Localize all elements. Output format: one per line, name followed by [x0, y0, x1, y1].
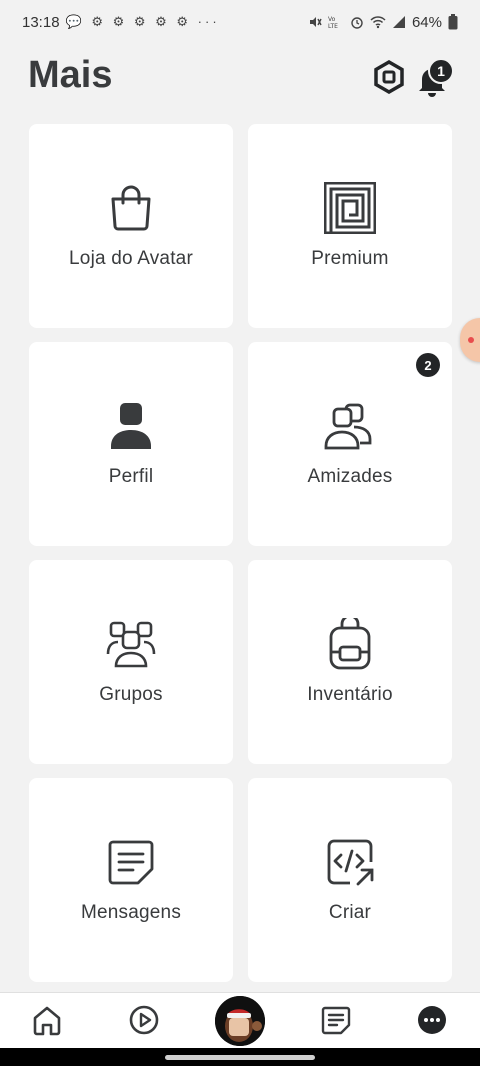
notifications-button[interactable]: 1 — [414, 58, 454, 98]
tile-groups[interactable]: Grupos — [29, 560, 233, 764]
notification-badge: 1 — [428, 58, 454, 84]
more-icon — [418, 1006, 446, 1034]
tile-label: Grupos — [99, 684, 163, 705]
tile-messages[interactable]: Mensagens — [29, 778, 233, 982]
status-right: Vo LTE 64% — [308, 14, 458, 31]
avatar — [215, 996, 265, 1046]
floating-chat-bubble[interactable] — [460, 318, 480, 362]
backpack-icon — [329, 618, 371, 670]
tile-label: Mensagens — [80, 902, 182, 923]
alarm-icon — [351, 17, 363, 29]
notification-icons: 💬 ⚙ ⚙ ⚙ ⚙ ⚙ ··· — [65, 14, 220, 29]
tile-label: Loja do Avatar — [69, 248, 193, 269]
chat-icon — [321, 1006, 351, 1035]
status-left: 13:18 💬 ⚙ ⚙ ⚙ ⚙ ⚙ ··· — [22, 14, 220, 31]
page-title: Mais — [28, 54, 113, 96]
message-icon — [108, 840, 154, 885]
status-time: 13:18 — [22, 13, 60, 31]
nav-avatar[interactable] — [215, 996, 265, 1046]
premium-icon — [324, 182, 376, 234]
robux-icon — [374, 59, 404, 95]
nav-home[interactable] — [30, 1003, 64, 1037]
svg-text:Vo: Vo — [328, 16, 336, 23]
more-menu-grid: Loja do Avatar Premium Perfil 2 Amizades — [29, 124, 452, 982]
tile-label: Premium — [311, 248, 389, 269]
play-icon — [129, 1005, 159, 1035]
status-bar: 13:18 💬 ⚙ ⚙ ⚙ ⚙ ⚙ ··· Vo LTE 64% — [0, 0, 480, 44]
tile-friends[interactable]: 2 Amizades — [248, 342, 452, 546]
friends-icon — [324, 403, 372, 450]
header: Mais 1 — [0, 52, 480, 102]
battery-icon — [448, 14, 458, 30]
tile-avatar-shop[interactable]: Loja do Avatar — [29, 124, 233, 328]
tile-label: Perfil — [108, 466, 154, 487]
friend-requests-badge: 2 — [416, 353, 440, 377]
groups-icon — [106, 621, 156, 668]
battery-percent: 64% — [411, 13, 442, 31]
robux-button[interactable] — [372, 59, 406, 95]
signal-icon — [392, 16, 405, 28]
nav-chat[interactable] — [319, 1003, 353, 1037]
tile-label: Inventário — [307, 684, 393, 705]
tile-inventory[interactable]: Inventário — [248, 560, 452, 764]
tile-premium[interactable]: Premium — [248, 124, 452, 328]
bottom-nav — [0, 992, 480, 1049]
tile-label: Amizades — [307, 466, 393, 487]
svg-text:LTE: LTE — [328, 23, 338, 29]
home-icon — [33, 1006, 61, 1036]
person-icon — [111, 403, 151, 449]
nav-more[interactable] — [415, 1003, 449, 1037]
gesture-area — [0, 1048, 480, 1066]
home-gesture-bar[interactable] — [165, 1055, 315, 1060]
mute-icon — [309, 17, 322, 27]
wifi-icon — [370, 16, 386, 29]
shopping-bag-icon — [111, 185, 151, 231]
nav-discover[interactable] — [127, 1003, 161, 1037]
tile-profile[interactable]: Perfil — [29, 342, 233, 546]
bubble-dot — [468, 337, 474, 343]
tile-label: Criar — [328, 902, 372, 923]
tile-create[interactable]: Criar — [248, 778, 452, 982]
volte-icon: VoLTE — [328, 16, 338, 29]
create-code-icon — [327, 839, 374, 886]
